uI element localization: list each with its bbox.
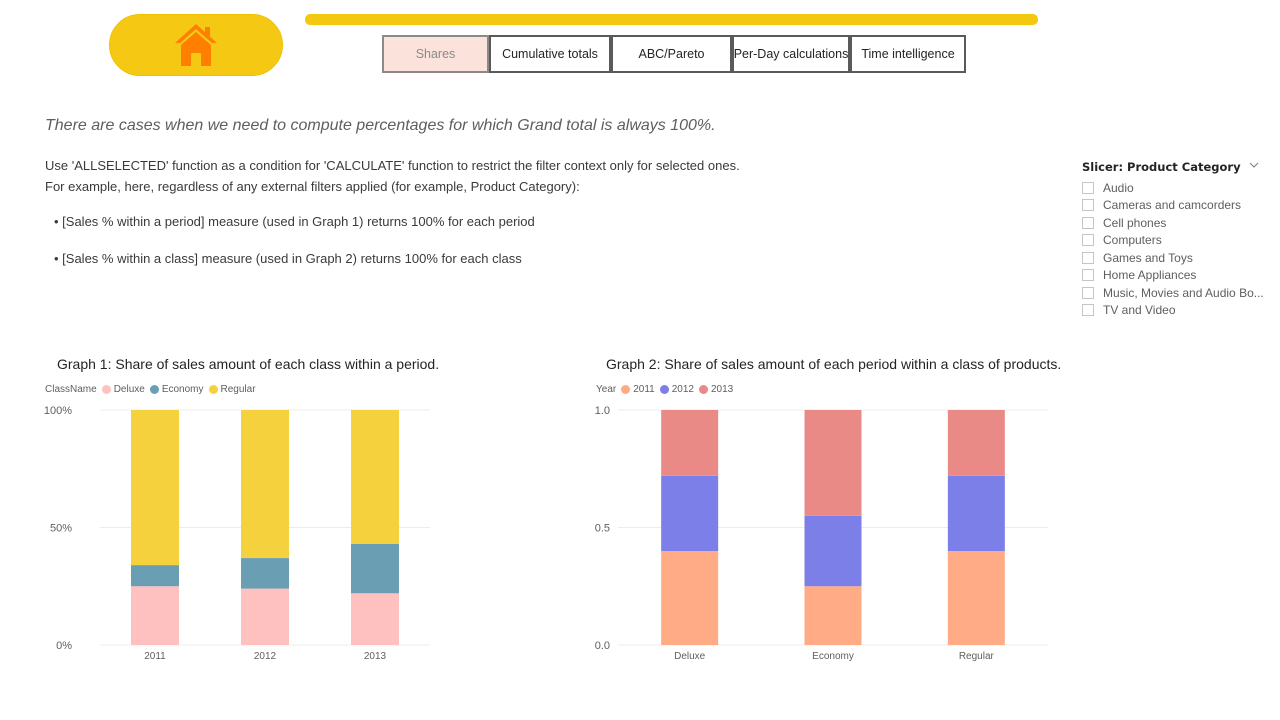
x-tick-label: 2011 [144,651,166,662]
chart-1-title: Graph 1: Share of sales amount of each c… [57,356,440,372]
chart-2-plot: 0.0 0.5 1.0 Deluxe Economy Regular [595,405,1048,662]
legend-item: Deluxe [113,384,145,395]
bar-segment-2012 [804,515,862,587]
bullet-sales-within-period: • [Sales % within a period] measure (use… [54,214,535,229]
x-tick-label: 2012 [254,651,277,662]
description-line-1: Use 'ALLSELECTED' function as a conditio… [45,158,740,173]
legend-title: Year [596,384,617,395]
legend-item: Regular [220,384,256,395]
legend-dot [208,385,218,394]
y-tick-label: 0.0 [595,640,610,652]
bar-segment-deluxe [131,586,179,645]
chart-1-plot: 0% 50% 100% 2011 2012 2013 [44,405,430,662]
tab-per-day-calculations[interactable]: Per-Day calculations [732,35,850,73]
slicer-item-home-appliances[interactable]: Home Appliances [1082,267,1264,285]
slicer-item-audio[interactable]: Audio [1082,179,1264,197]
legend-item: 2013 [710,384,734,395]
checkbox[interactable] [1082,216,1094,229]
bar-segment-economy [131,565,179,587]
bar-segment-2013 [804,410,862,516]
bar-segment-2013 [947,410,1005,476]
bar-segment-regular [131,410,179,566]
checkbox[interactable] [1082,181,1094,194]
legend-dot [621,385,631,394]
legend-title: ClassName [45,384,97,395]
checkbox[interactable] [1082,304,1094,317]
y-tick-label: 1.0 [595,405,610,417]
legend-dot [101,385,111,394]
slicer-title: Slicer: Product Category [1082,160,1241,174]
x-tick-label: Regular [959,651,995,662]
slicer-item-games-toys[interactable]: Games and Toys [1082,249,1264,267]
page-subtitle: There are cases when we need to compute … [45,117,716,134]
home-button[interactable] [109,14,283,76]
bar-segment-deluxe [241,588,289,645]
bar-segment-regular [351,410,399,544]
bar-segment-2011 [661,551,719,645]
y-tick-label: 50% [50,523,72,535]
product-category-slicer: Slicer: Product Category Audio Cameras a… [1082,160,1267,317]
chart-2-title: Graph 2: Share of sales amount of each p… [606,356,1062,372]
bar-segment-2011 [804,586,862,645]
tab-shares[interactable]: Shares [382,35,489,73]
bar-segment-2011 [947,551,1005,645]
y-tick-label: 100% [44,405,72,417]
bar-segment-2012 [947,475,1005,551]
checkbox[interactable] [1082,199,1094,212]
legend-item: Economy [161,384,204,395]
checkbox[interactable] [1082,269,1094,282]
x-tick-label: Economy [812,651,854,662]
bar-segment-2012 [661,475,719,551]
slicer-item-tv-video[interactable]: TV and Video [1082,302,1264,320]
y-tick-label: 0% [56,640,72,652]
bar-segment-regular [241,410,289,559]
y-tick-label: 0.5 [595,523,610,535]
bar-segment-economy [351,543,399,594]
house-icon [175,24,217,66]
slicer-item-music-movies[interactable]: Music, Movies and Audio Bo... [1082,284,1264,302]
tab-cumulative-totals[interactable]: Cumulative totals [489,35,611,73]
tab-abc-pareto[interactable]: ABC/Pareto [611,35,732,73]
legend-item: 2012 [671,384,694,395]
checkbox[interactable] [1082,251,1094,264]
bar-segment-economy [241,558,289,589]
chevron-down-icon[interactable] [1249,160,1259,170]
tab-time-intelligence[interactable]: Time intelligence [850,35,966,73]
bullet-sales-within-class: • [Sales % within a class] measure (used… [54,251,522,266]
slicer-item-computers[interactable]: Computers [1082,232,1264,250]
bar-segment-2013 [661,410,719,476]
checkbox[interactable] [1082,234,1094,247]
legend-dot [149,385,159,394]
checkbox[interactable] [1082,286,1094,299]
x-tick-label: 2013 [364,651,387,662]
legend-item: 2011 [633,384,655,395]
bar-segment-deluxe [351,593,399,645]
slicer-item-cameras[interactable]: Cameras and camcorders [1082,197,1264,215]
slicer-item-cell-phones[interactable]: Cell phones [1082,214,1264,232]
description-line-2: For example, here, regardless of any ext… [45,179,580,194]
chart-2-legend: Year 2011 2012 2013 [596,384,733,395]
chart-1-legend: ClassName Deluxe Economy Regular [45,384,256,395]
x-tick-label: Deluxe [674,651,706,662]
legend-dot [698,385,708,394]
legend-dot [659,385,669,394]
header-accent-bar [305,14,1038,25]
